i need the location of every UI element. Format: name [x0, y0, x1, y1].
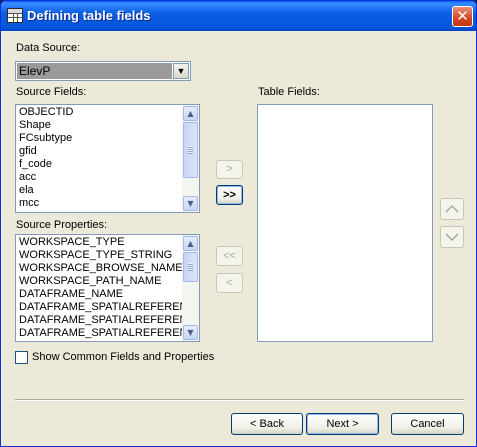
table-fields-list[interactable]	[257, 104, 433, 342]
list-item[interactable]: gfid	[19, 145, 199, 158]
remove-all-fields-button[interactable]: <<	[216, 246, 243, 266]
source-properties-scrollbar[interactable]: ▲ ▼	[182, 235, 199, 341]
list-item[interactable]: DATAFRAME_SPATIALREFERENCE	[19, 340, 199, 341]
back-button[interactable]: < Back	[231, 413, 303, 435]
source-fields-scrollbar[interactable]: ▲ ▼	[182, 105, 199, 212]
list-item[interactable]: ela	[19, 184, 199, 197]
list-item[interactable]: f_code	[19, 158, 199, 171]
chevron-down-icon[interactable]: ▼	[173, 63, 189, 79]
list-item[interactable]: DATAFRAME_NAME	[19, 288, 199, 301]
data-source-dropdown[interactable]: ElevP ▼	[15, 61, 191, 81]
list-item[interactable]: FCsubtype	[19, 132, 199, 145]
next-button[interactable]: Next >	[306, 413, 379, 435]
list-item[interactable]: DATAFRAME_SPATIALREFERENCE	[19, 301, 199, 314]
remove-field-button[interactable]: <	[216, 273, 243, 293]
source-properties-list[interactable]: WORKSPACE_TYPE WORKSPACE_TYPE_STRING WORKS…	[15, 234, 200, 342]
show-common-checkbox[interactable]	[15, 351, 28, 364]
scroll-down-icon[interactable]: ▼	[183, 325, 198, 340]
source-properties-label: Source Properties:	[16, 219, 108, 231]
dialog-window: Defining table fields ✕ Data Source: Ele…	[0, 0, 477, 447]
up-arrow-icon	[445, 204, 459, 213]
table-icon	[7, 8, 23, 23]
list-item[interactable]: DATAFRAME_SPATIALREFERENCE	[19, 327, 199, 340]
move-down-button[interactable]	[440, 226, 464, 248]
list-item[interactable]: DATAFRAME_SPATIALREFERENCE	[19, 314, 199, 327]
down-arrow-icon	[445, 233, 459, 242]
scroll-down-icon[interactable]: ▼	[183, 196, 198, 211]
move-up-button[interactable]	[440, 198, 464, 220]
list-item[interactable]: WORKSPACE_TYPE	[19, 236, 199, 249]
list-item[interactable]: mcs	[19, 210, 199, 212]
list-item[interactable]: acc	[19, 171, 199, 184]
list-item[interactable]: WORKSPACE_BROWSE_NAME	[19, 262, 199, 275]
source-fields-list[interactable]: OBJECTID Shape FCsubtype gfid f_code acc ela mc…	[15, 104, 200, 213]
scroll-up-icon[interactable]: ▲	[183, 236, 198, 251]
list-item[interactable]: WORKSPACE_PATH_NAME	[19, 275, 199, 288]
cancel-button[interactable]: Cancel	[391, 413, 464, 435]
scroll-up-icon[interactable]: ▲	[183, 106, 198, 121]
add-all-fields-button[interactable]: >>	[216, 185, 243, 205]
data-source-label: Data Source:	[16, 42, 81, 54]
scroll-thumb[interactable]	[183, 122, 198, 178]
table-fields-label: Table Fields:	[258, 86, 320, 98]
list-item[interactable]: Shape	[19, 119, 199, 132]
window-title: Defining table fields	[27, 8, 151, 23]
add-field-button[interactable]: >	[216, 160, 243, 179]
list-item[interactable]: OBJECTID	[19, 106, 199, 119]
list-item[interactable]: WORKSPACE_TYPE_STRING	[19, 249, 199, 262]
data-source-value: ElevP	[17, 63, 172, 79]
source-fields-label: Source Fields:	[16, 86, 87, 98]
scroll-thumb[interactable]	[183, 252, 198, 282]
title-bar[interactable]: Defining table fields ✕	[1, 1, 476, 31]
list-item[interactable]: mcc	[19, 197, 199, 210]
close-icon: ✕	[456, 7, 469, 25]
show-common-label[interactable]: Show Common Fields and Properties	[32, 351, 214, 363]
close-button[interactable]: ✕	[452, 6, 473, 27]
footer-divider	[15, 399, 464, 401]
